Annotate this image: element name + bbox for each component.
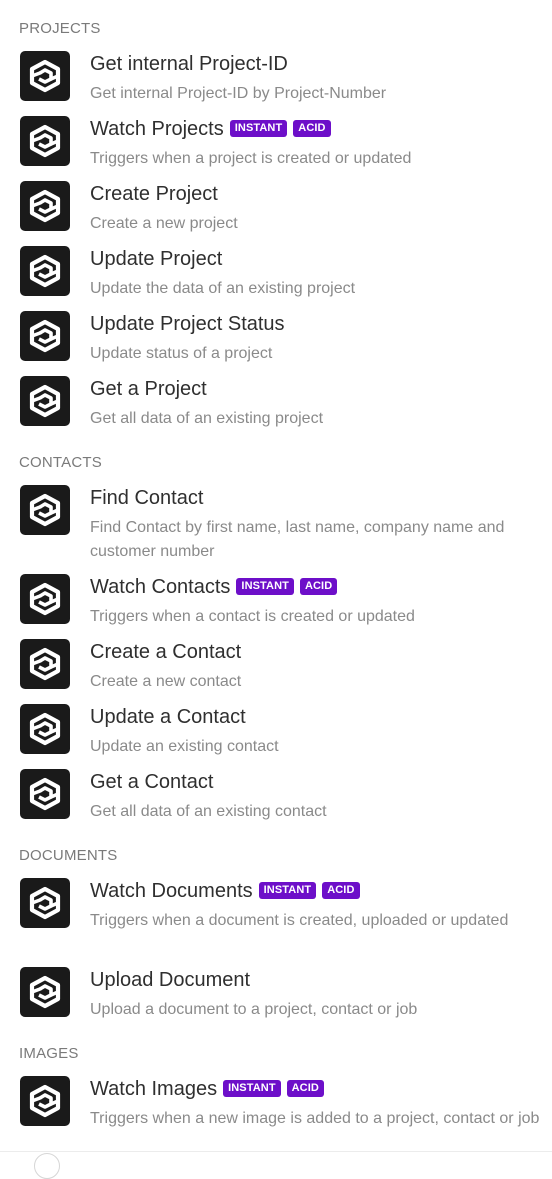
module-item[interactable]: Upload Document Upload a document to a pr… bbox=[0, 967, 552, 1023]
app-logo-icon bbox=[20, 485, 70, 535]
acid-badge: ACID bbox=[293, 119, 331, 137]
module-header: Watch Documents INSTANT ACID bbox=[90, 878, 542, 904]
module-description: Create a new project bbox=[90, 215, 238, 232]
app-logo-icon bbox=[20, 639, 70, 689]
module-name: Create a Contact bbox=[90, 641, 242, 663]
module-list: PROJECTS Get internal Project-ID Get inter… bbox=[0, 0, 552, 1160]
module-description: Triggers when a project is created or up… bbox=[90, 150, 412, 167]
module-header: Watch Projects INSTANT ACID bbox=[90, 116, 542, 142]
module-name: Get a Contact bbox=[90, 771, 214, 793]
module-item[interactable]: Get a Contact Get all data of an existing… bbox=[0, 769, 552, 825]
section-title-projects: PROJECTS bbox=[19, 20, 101, 37]
module-description: Update an existing contact bbox=[90, 738, 279, 755]
divider bbox=[0, 1151, 552, 1152]
module-header: Create Project bbox=[90, 181, 542, 207]
module-name: Watch Images bbox=[90, 1078, 218, 1100]
app-logo-icon bbox=[20, 1076, 70, 1126]
module-description: Triggers when a new image is added to a … bbox=[90, 1110, 540, 1127]
module-description: Get all data of an existing contact bbox=[90, 803, 327, 820]
section-title-documents: DOCUMENTS bbox=[19, 847, 118, 864]
module-description: Upload a document to a project, contact … bbox=[90, 1001, 418, 1018]
module-header: Watch Images INSTANT ACID bbox=[90, 1076, 542, 1102]
app-logo-icon bbox=[20, 51, 70, 101]
module-header: Find Contact bbox=[90, 485, 542, 511]
app-logo-icon bbox=[20, 878, 70, 928]
module-item[interactable]: Watch Images INSTANT ACID Triggers when a n… bbox=[0, 1076, 552, 1156]
module-name: Get internal Project-ID bbox=[90, 53, 288, 75]
module-description: Update the data of an existing project bbox=[90, 280, 356, 297]
app-logo-icon bbox=[20, 376, 70, 426]
module-name: Update Project Status bbox=[90, 313, 285, 335]
module-description: Get internal Project-ID by Project-Numbe… bbox=[90, 85, 387, 102]
module-header: Get internal Project-ID bbox=[90, 51, 542, 77]
instant-badge: INSTANT bbox=[223, 1079, 281, 1097]
acid-badge: ACID bbox=[286, 1079, 324, 1097]
module-header: Get a Project bbox=[90, 376, 542, 402]
section-title-images: IMAGES bbox=[19, 1045, 79, 1062]
module-item[interactable]: Create Project Create a new project bbox=[0, 181, 552, 237]
module-name: Create Project bbox=[90, 183, 218, 205]
acid-badge: ACID bbox=[299, 577, 338, 595]
app-logo-icon bbox=[20, 116, 70, 166]
module-description: Triggers when a document is created, upl… bbox=[90, 912, 509, 929]
module-item[interactable]: Get a Project Get all data of an existing… bbox=[0, 376, 552, 432]
app-logo-icon bbox=[20, 704, 70, 754]
module-item[interactable]: Watch Contacts INSTANT ACID Triggers when a… bbox=[0, 574, 552, 630]
app-logo-icon bbox=[20, 769, 70, 819]
module-name: Upload Document bbox=[90, 969, 251, 991]
module-description: Triggers when a contact is created or up… bbox=[90, 608, 415, 625]
instant-badge: INSTANT bbox=[236, 577, 294, 595]
module-header: Update a Contact bbox=[90, 704, 542, 730]
app-logo-icon bbox=[20, 311, 70, 361]
module-header: Update Project bbox=[90, 246, 542, 272]
app-logo-icon bbox=[20, 574, 70, 624]
module-header: Update Project Status bbox=[90, 311, 542, 337]
module-name: Update Project bbox=[90, 248, 223, 270]
instant-badge: INSTANT bbox=[229, 119, 288, 137]
module-description: Get all data of an existing project bbox=[90, 410, 324, 427]
module-item[interactable]: Update Project Update the data of an exis… bbox=[0, 246, 552, 302]
module-item[interactable]: Update a Contact Update an existing conta… bbox=[0, 704, 552, 760]
module-name: Watch Documents bbox=[90, 880, 253, 902]
module-header: Upload Document bbox=[90, 967, 542, 993]
app-logo-icon bbox=[20, 181, 70, 231]
section-title-contacts: CONTACTS bbox=[19, 454, 102, 471]
module-name: Get a Project bbox=[90, 378, 207, 400]
module-item[interactable]: Watch Documents INSTANT ACID Triggers when … bbox=[0, 878, 552, 958]
acid-badge: ACID bbox=[322, 881, 360, 899]
module-name: Watch Projects bbox=[90, 118, 224, 140]
module-description: Update status of a project bbox=[90, 345, 273, 362]
module-header: Watch Contacts INSTANT ACID bbox=[90, 574, 542, 600]
module-item[interactable]: Update Project Status Update status of a … bbox=[0, 311, 552, 367]
module-name: Watch Contacts bbox=[90, 576, 231, 598]
module-item[interactable]: Create a Contact Create a new contact bbox=[0, 639, 552, 695]
module-item[interactable]: Get internal Project-ID Get internal Proj… bbox=[0, 51, 552, 107]
module-description: Create a new contact bbox=[90, 673, 242, 690]
module-header: Get a Contact bbox=[90, 769, 542, 795]
module-header: Create a Contact bbox=[90, 639, 542, 665]
module-item[interactable]: Watch Projects INSTANT ACID Triggers when a… bbox=[0, 116, 552, 172]
instant-badge: INSTANT bbox=[258, 881, 317, 899]
app-logo-icon bbox=[20, 967, 70, 1017]
module-description: Find Contact by first name, last name, c… bbox=[90, 519, 505, 560]
module-item[interactable]: Find Contact Find Contact by first name, … bbox=[0, 485, 552, 565]
app-logo-icon bbox=[20, 246, 70, 296]
module-name: Update a Contact bbox=[90, 706, 246, 728]
partial-item-icon bbox=[34, 1153, 60, 1179]
module-name: Find Contact bbox=[90, 487, 204, 509]
